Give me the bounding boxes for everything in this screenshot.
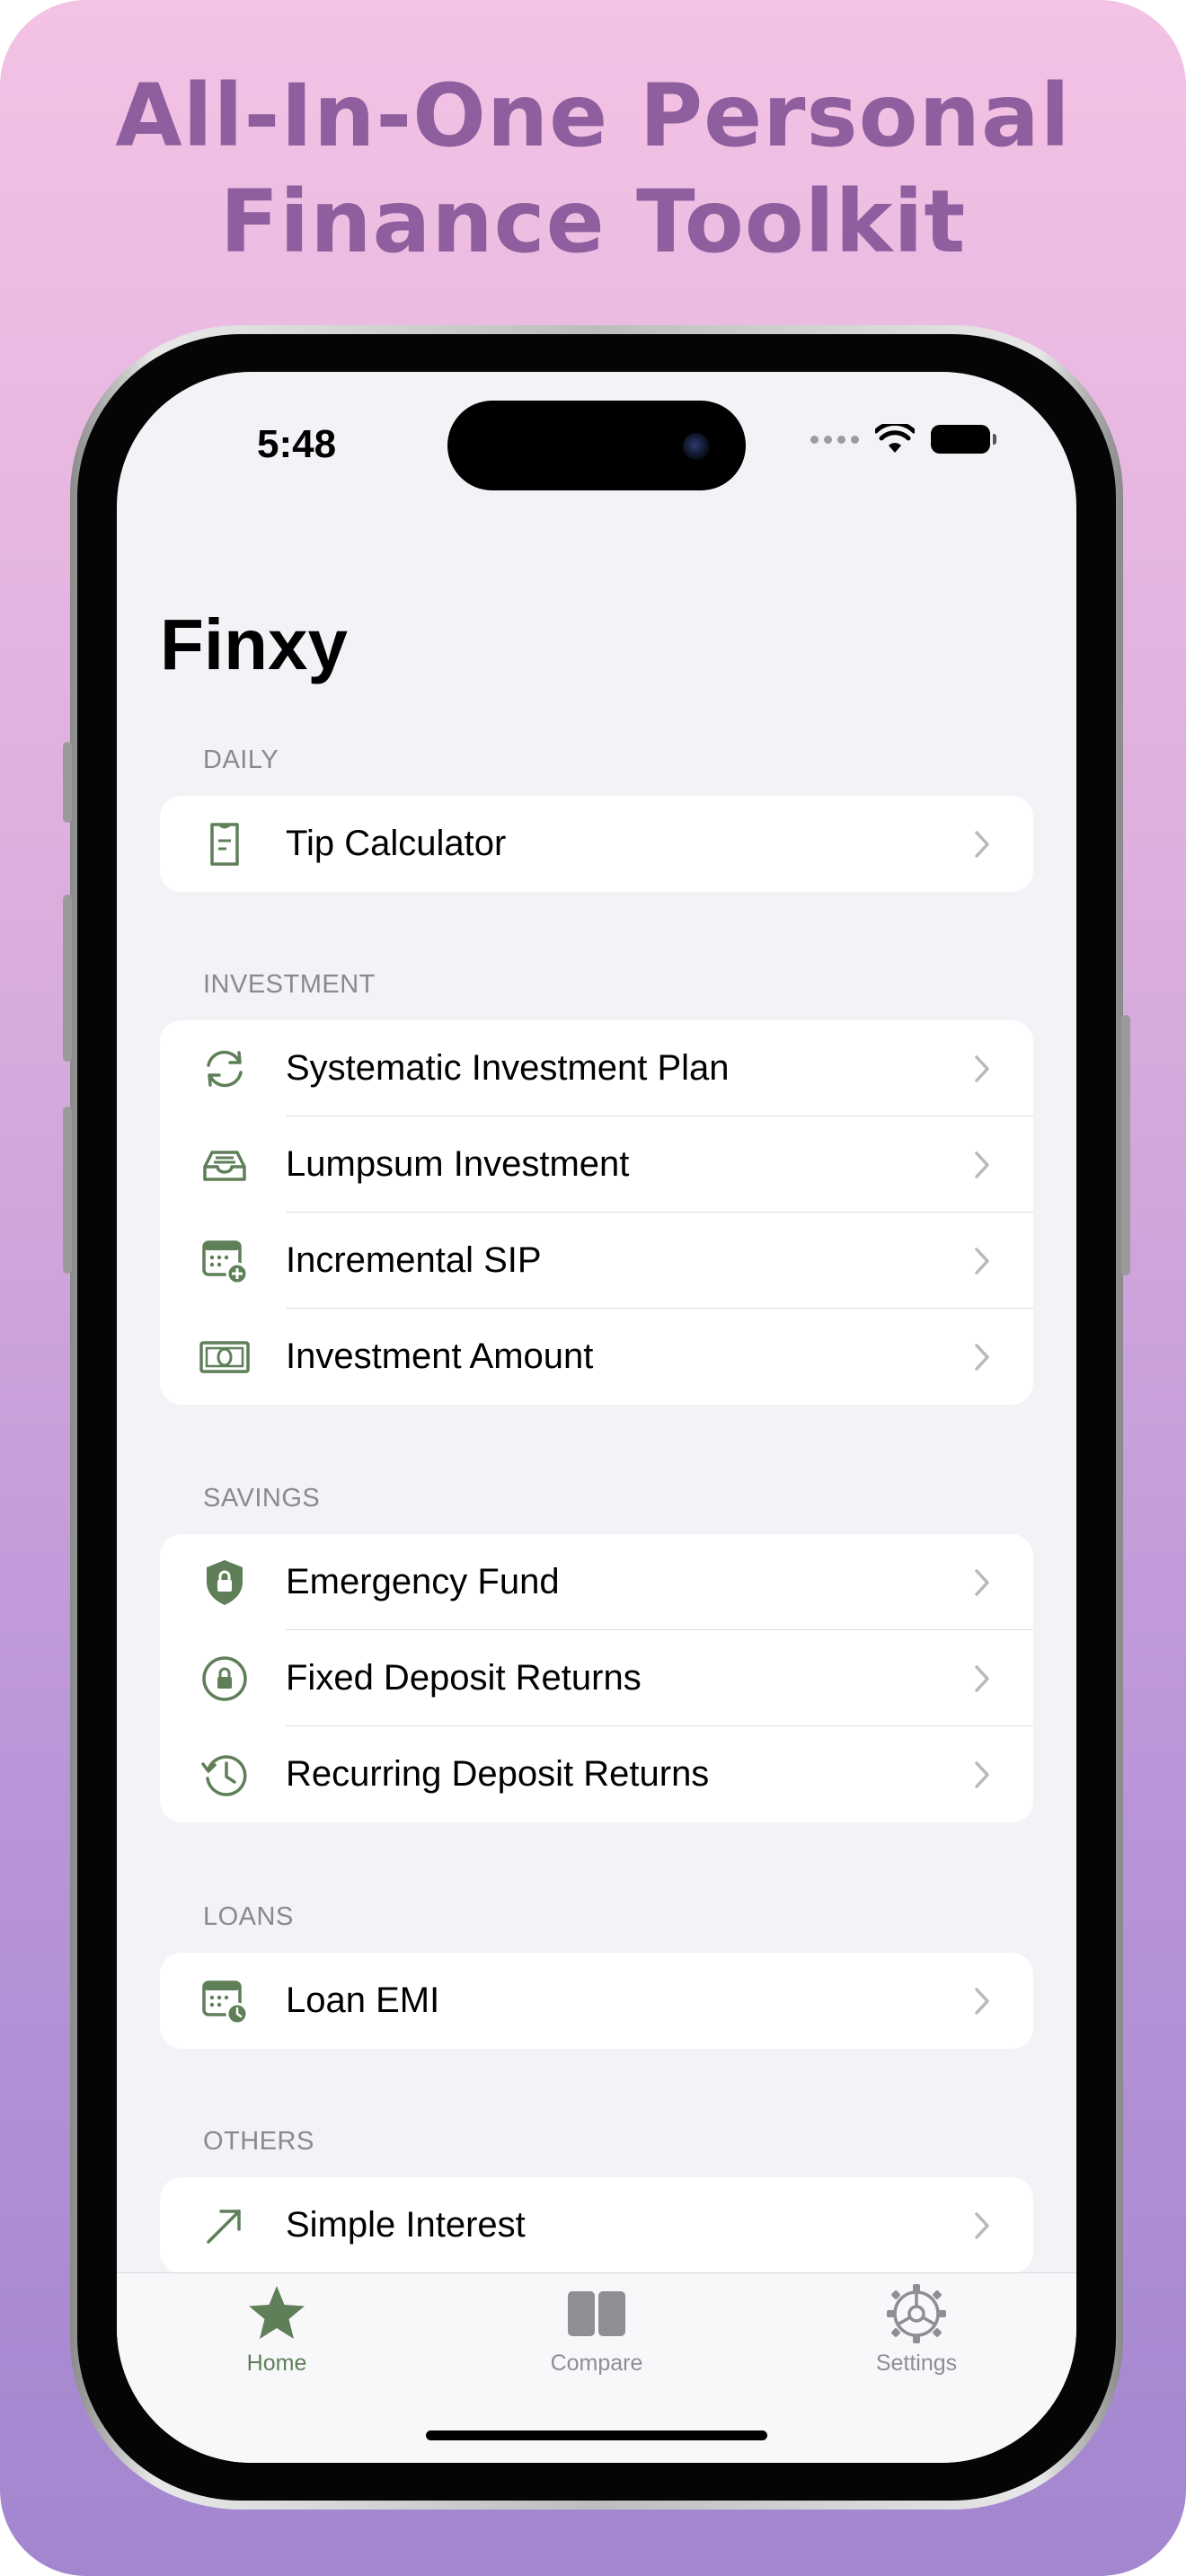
calendar-clock-icon [199,1976,250,2026]
arrow-up-right-icon [199,2201,250,2251]
headline-line-2: Finance Toolkit [219,172,967,272]
banknote-icon [199,1332,250,1382]
tab-compare[interactable]: Compare [507,2282,686,2377]
list-item-emergency-fund[interactable]: Emergency Fund [160,1534,1033,1630]
list-item-tip-calculator[interactable]: Tip Calculator [160,796,1033,892]
list-item-label: Lumpsum Investment [286,1144,630,1184]
section-header-daily: DAILY [203,745,279,774]
section-header-others: OTHERS [203,2127,314,2156]
status-indicators [810,424,996,454]
star-icon [249,2286,305,2339]
chevron-right-icon [975,1055,989,1082]
compare-icon [568,2291,625,2336]
chevron-right-icon [975,831,989,858]
camera-icon [683,433,710,460]
battery-icon [931,425,996,454]
section-header-savings: SAVINGS [203,1484,321,1513]
phone-volume-down [63,1107,72,1274]
tab-label: Compare [550,2351,643,2376]
refresh-icon [199,1044,250,1094]
lock-circle-icon [199,1654,250,1704]
wifi-icon [875,424,915,453]
gear-icon [887,2284,946,2343]
calendar-plus-icon [199,1236,250,1286]
tab-label: Settings [875,2351,958,2376]
section-header-loans: LOANS [203,1902,294,1931]
status-time: 5:48 [257,422,337,466]
list-item-simple-interest[interactable]: Simple Interest [160,2177,1033,2273]
receipt-icon [199,819,250,869]
tab-label: Home [246,2351,307,2376]
list-item-label: Fixed Deposit Returns [286,1658,642,1698]
list-item-label: Tip Calculator [286,824,507,863]
headline-line-1: All-In-One Personal [115,66,1071,166]
phone-screen: 5:48 Finxy DAILY Tip Calculator INVESTME [117,372,1076,2463]
promo-headline: All-In-One Personal Finance Toolkit [0,63,1186,275]
list-item-label: Simple Interest [286,2205,526,2245]
tray-icon [199,1140,250,1190]
chevron-right-icon [975,1248,989,1275]
list-item-label: Systematic Investment Plan [286,1048,730,1088]
chevron-right-icon [975,2212,989,2239]
dynamic-island [447,401,746,490]
list-item-incremental-sip[interactable]: Incremental SIP [160,1213,1033,1309]
tab-home[interactable]: Home [187,2282,367,2377]
chevron-right-icon [975,1761,989,1788]
history-clock-icon [199,1750,250,1800]
list-item-label: Investment Amount [286,1337,594,1376]
shield-lock-icon [199,1557,250,1608]
group-investment: Systematic Investment Plan Lumpsum Inves… [160,1020,1033,1405]
list-item-label: Emergency Fund [286,1562,560,1601]
list-item-systematic-investment-plan[interactable]: Systematic Investment Plan [160,1020,1033,1116]
group-loans: Loan EMI [160,1953,1033,2049]
group-daily: Tip Calculator [160,796,1033,892]
section-header-investment: INVESTMENT [203,970,376,999]
group-savings: Emergency Fund Fixed Deposit Returns Rec… [160,1534,1033,1822]
group-others: Simple Interest [160,2177,1033,2273]
cellular-signal-icon [810,435,859,444]
tab-settings[interactable]: Settings [827,2282,1006,2377]
phone-side-button [63,742,72,823]
list-item-label: Incremental SIP [286,1240,542,1280]
chevron-right-icon [975,1569,989,1596]
list-item-label: Recurring Deposit Returns [286,1754,710,1794]
phone-power-button [1121,1015,1130,1275]
list-item-lumpsum-investment[interactable]: Lumpsum Investment [160,1116,1033,1213]
list-item-recurring-deposit-returns[interactable]: Recurring Deposit Returns [160,1726,1033,1822]
promo-background: All-In-One Personal Finance Toolkit 5:48… [0,0,1186,2576]
list-item-label: Loan EMI [286,1981,440,2020]
list-item-loan-emi[interactable]: Loan EMI [160,1953,1033,2049]
chevron-right-icon [975,1151,989,1178]
chevron-right-icon [975,1665,989,1692]
app-title: Finxy [160,604,348,684]
chevron-right-icon [975,1344,989,1371]
list-item-fixed-deposit-returns[interactable]: Fixed Deposit Returns [160,1630,1033,1726]
list-item-investment-amount[interactable]: Investment Amount [160,1309,1033,1405]
phone-volume-up [63,895,72,1062]
chevron-right-icon [975,1988,989,2015]
home-indicator[interactable] [426,2430,767,2440]
